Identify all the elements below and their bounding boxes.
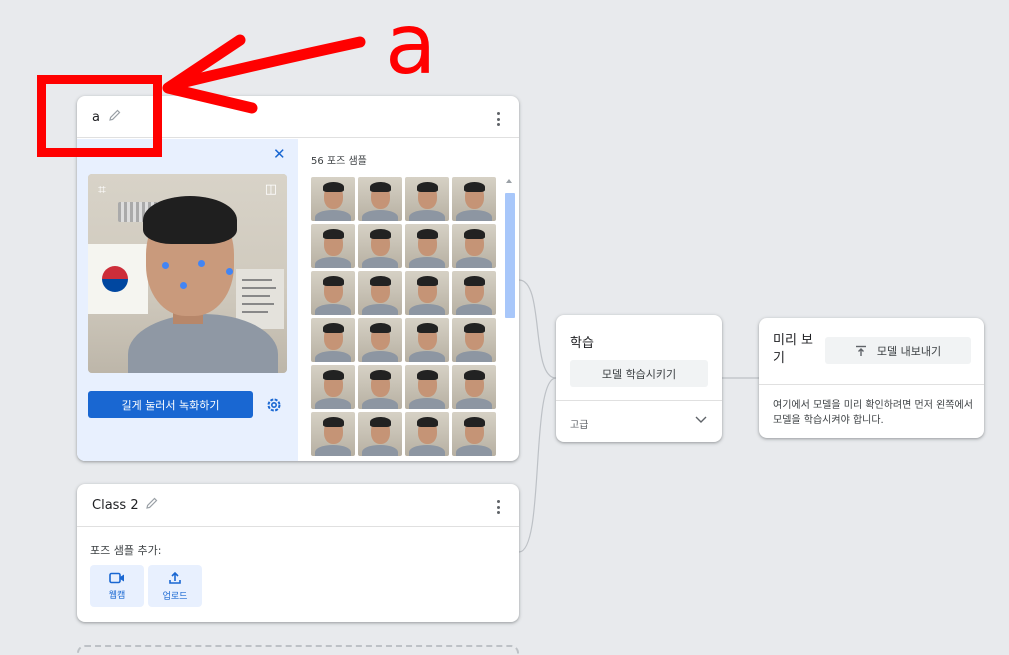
annotation-letter: a <box>385 0 437 93</box>
class-name[interactable]: Class 2 <box>92 498 139 513</box>
keypoint <box>180 282 187 289</box>
sample-thumbnail[interactable] <box>452 412 496 456</box>
sample-thumbnail[interactable] <box>358 412 402 456</box>
video-camera-icon <box>109 572 124 583</box>
train-model-button[interactable]: 모델 학습시키기 <box>570 360 708 387</box>
sample-thumbnail[interactable] <box>452 318 496 362</box>
sample-thumbnail[interactable] <box>311 412 355 456</box>
add-class-placeholder[interactable] <box>77 645 519 655</box>
training-title: 학습 <box>570 336 594 351</box>
keypoint <box>162 262 169 269</box>
sample-thumbnail[interactable] <box>358 224 402 268</box>
chevron-down-icon[interactable] <box>695 416 707 424</box>
webcam-panel: Webcam ✕ ⌗ ◫ 길게 눌러서 녹화하기 <box>77 139 298 461</box>
sample-thumbnail[interactable] <box>311 224 355 268</box>
training-card: 학습 모델 학습시키기 고급 <box>556 315 722 442</box>
gear-icon[interactable] <box>265 396 283 414</box>
keypoint <box>226 268 233 275</box>
sample-thumbnail[interactable] <box>405 318 449 362</box>
sample-thumbnail[interactable] <box>358 177 402 221</box>
sample-thumbnail[interactable] <box>358 318 402 362</box>
keypoint <box>198 260 205 267</box>
annotation-box <box>37 75 162 157</box>
preview-card: 미리 보기 모델 내보내기 여기에서 모델을 미리 확인하려면 먼저 왼쪽에서 … <box>759 318 984 438</box>
export-label: 모델 내보내기 <box>876 344 942 358</box>
upload-icon <box>169 571 181 584</box>
sample-thumbnail[interactable] <box>452 271 496 315</box>
pencil-icon[interactable] <box>145 496 159 510</box>
sample-count: 56 포즈 샘플 <box>311 156 367 167</box>
sample-thumbnail[interactable] <box>405 224 449 268</box>
sample-thumbnail[interactable] <box>311 318 355 362</box>
sample-thumbnail[interactable] <box>405 365 449 409</box>
webcam-preview: ⌗ ◫ <box>88 174 287 373</box>
webcam-button-label: 웹캠 <box>108 590 126 601</box>
sample-thumbnail[interactable] <box>405 412 449 456</box>
sample-thumbnail[interactable] <box>358 271 402 315</box>
sample-thumbnail[interactable] <box>405 271 449 315</box>
sample-thumbnail[interactable] <box>358 365 402 409</box>
sample-thumbnail[interactable] <box>311 365 355 409</box>
samples-panel: 56 포즈 샘플 <box>298 139 519 461</box>
more-options-icon[interactable] <box>497 112 501 126</box>
preview-title: 미리 보기 <box>773 333 814 366</box>
export-model-button[interactable]: 모델 내보내기 <box>825 337 971 364</box>
class-card-2: Class 2 포즈 샘플 추가: 웹캠 업로드 <box>77 484 519 622</box>
sample-thumbnail[interactable] <box>452 177 496 221</box>
crop-icon[interactable]: ⌗ <box>98 182 106 198</box>
advanced-toggle[interactable]: 고급 <box>570 416 588 431</box>
sample-thumbnail[interactable] <box>405 177 449 221</box>
export-icon <box>855 345 866 356</box>
sample-thumbnail[interactable] <box>452 365 496 409</box>
close-icon[interactable]: ✕ <box>273 147 286 162</box>
add-samples-label: 포즈 샘플 추가: <box>90 544 162 557</box>
upload-button[interactable]: 업로드 <box>148 565 202 607</box>
sample-grid <box>311 177 499 456</box>
class-card-header: Class 2 <box>77 484 519 527</box>
upload-button-label: 업로드 <box>162 591 188 602</box>
webcam-button[interactable]: 웹캠 <box>90 565 144 607</box>
scrollbar[interactable] <box>505 179 515 319</box>
sample-thumbnail[interactable] <box>311 271 355 315</box>
sample-thumbnail[interactable] <box>311 177 355 221</box>
sample-thumbnail[interactable] <box>452 224 496 268</box>
flip-icon[interactable]: ◫ <box>265 182 277 197</box>
more-options-icon[interactable] <box>497 500 501 514</box>
hold-to-record-button[interactable]: 길게 눌러서 녹화하기 <box>88 391 253 418</box>
preview-message: 여기에서 모델을 미리 확인하려면 먼저 왼쪽에서 모델을 학습시켜야 합니다. <box>773 400 973 426</box>
